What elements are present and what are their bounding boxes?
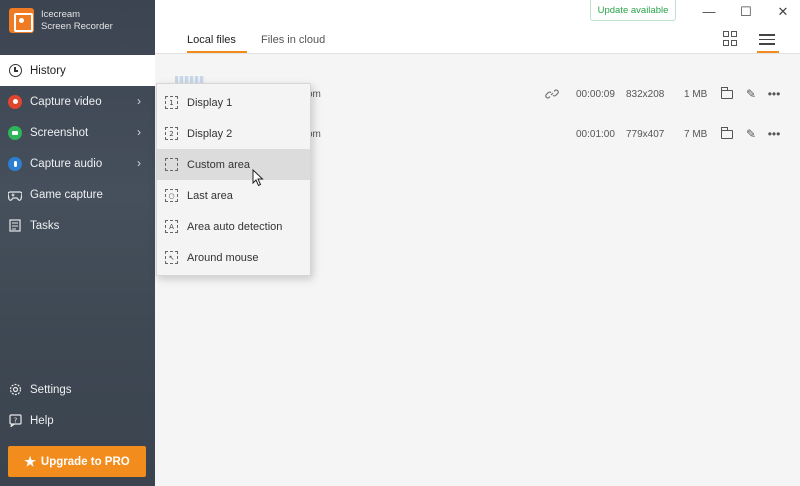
chevron-right-icon: › [137,94,141,108]
folder-icon[interactable] [720,87,734,101]
file-duration: 00:00:09 [576,89,615,100]
active-tab-indicator [187,51,247,53]
tab-local-files[interactable]: Local files [187,34,236,46]
top-bar: Local files Files in cloud Update availa… [155,0,800,54]
tab-files-in-cloud[interactable]: Files in cloud [261,34,325,46]
close-button[interactable]: ✕ [774,4,792,20]
file-duration: 00:01:00 [576,129,615,140]
brand: Icecream Screen Recorder [9,8,113,33]
svg-text:?: ? [13,417,17,425]
last-area-icon: ○ [165,189,178,202]
star-icon: ★ [24,453,36,469]
display-1-icon: 1 [165,96,178,109]
file-size: 1 MB [684,89,708,100]
chevron-right-icon: › [137,125,141,139]
sidebar-item-settings[interactable]: Settings [0,374,155,405]
sidebar-item-game-capture[interactable]: Game capture [0,179,155,210]
menu-item-display-1[interactable]: 1 Display 1 [157,87,310,118]
update-available-button[interactable]: Update available [590,0,676,21]
gear-icon [8,383,22,397]
microphone-icon [8,156,22,171]
sidebar-item-screenshot[interactable]: Screenshot › [0,117,155,148]
area-auto-detection-icon: A [165,220,178,233]
sidebar-item-label: Settings [30,383,72,396]
clock-icon [8,64,22,78]
file-resolution: 779x407 [626,129,665,140]
menu-item-display-2[interactable]: 2 Display 2 [157,118,310,149]
camera-icon [8,125,22,140]
sidebar-item-capture-audio[interactable]: Capture audio › [0,148,155,179]
record-icon [8,94,22,109]
sidebar-item-label: Help [30,414,54,427]
list-view-icon[interactable] [759,34,775,50]
more-icon[interactable]: ••• [767,87,781,101]
brand-name: Icecream Screen Recorder [41,8,113,32]
mouse-cursor-icon [252,169,264,187]
menu-item-last-area[interactable]: ○ Last area [157,180,310,211]
capture-video-menu: 1 Display 1 2 Display 2 Custom area ○ La… [156,83,311,276]
sidebar-item-label: Capture audio [30,157,103,170]
file-resolution: 832x208 [626,89,665,100]
sidebar-item-label: Game capture [30,188,103,201]
link-icon[interactable] [545,87,559,101]
sidebar-item-tasks[interactable]: Tasks [0,210,155,241]
menu-item-custom-area[interactable]: Custom area [157,149,310,180]
edit-icon[interactable]: ✎ [744,127,758,141]
minimize-button[interactable]: — [700,4,718,20]
sidebar-item-history[interactable]: History [0,55,155,86]
menu-item-area-auto-detection[interactable]: A Area auto detection [157,211,310,242]
folder-icon[interactable] [720,127,734,141]
help-icon: ? [8,414,22,428]
chevron-right-icon: › [137,156,141,170]
tasks-icon [8,219,22,233]
file-size: 7 MB [684,129,708,140]
custom-area-icon [165,158,178,171]
edit-icon[interactable]: ✎ [744,87,758,101]
more-icon[interactable]: ••• [767,127,781,141]
sidebar-item-label: Tasks [30,219,60,232]
sidebar-item-help[interactable]: ? Help [0,405,155,436]
app-logo-icon [9,8,34,33]
around-mouse-icon: ↖ [165,251,178,264]
sidebar-item-label: History [30,64,66,77]
gamepad-icon [8,188,22,202]
upgrade-button[interactable]: ★ Upgrade to PRO [8,446,146,477]
sidebar-item-label: Screenshot [30,126,89,139]
sidebar: Icecream Screen Recorder History Capture… [0,0,155,486]
sidebar-item-capture-video[interactable]: Capture video › [0,86,155,117]
active-view-indicator [757,51,779,53]
menu-item-around-mouse[interactable]: ↖ Around mouse [157,242,310,273]
maximize-button[interactable]: ☐ [737,4,755,20]
grid-view-icon[interactable] [723,31,739,47]
sidebar-item-label: Capture video [30,95,102,108]
display-2-icon: 2 [165,127,178,140]
